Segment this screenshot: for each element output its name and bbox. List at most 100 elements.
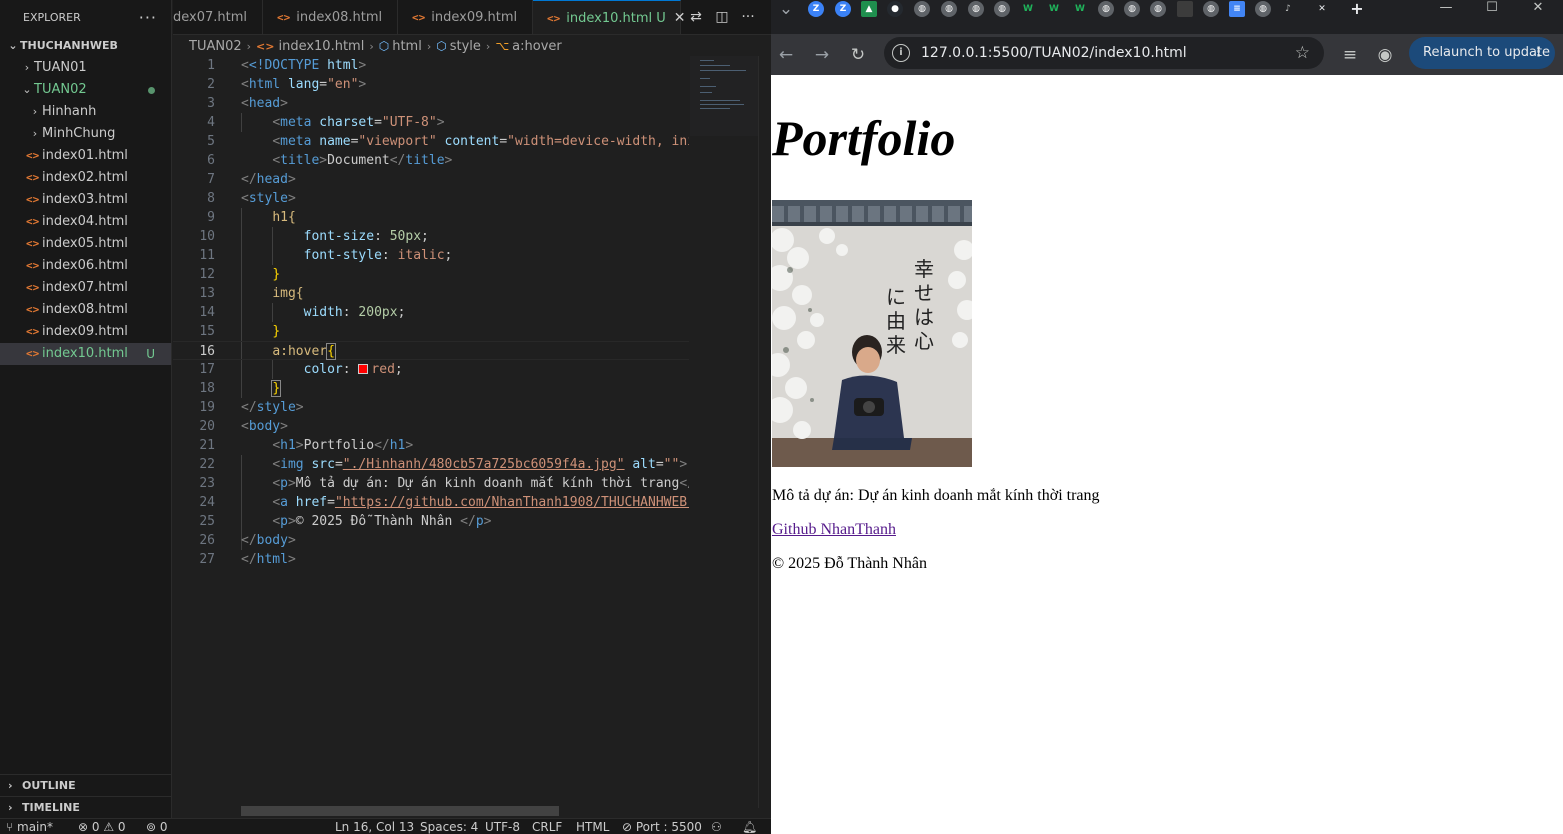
encoding-status[interactable]: UTF-8	[485, 819, 520, 834]
file-index08[interactable]: <> index08.html	[0, 299, 171, 321]
folder-tuan01[interactable]: › TUAN01	[0, 57, 171, 79]
globe-tab-icon[interactable]: ◍	[994, 1, 1010, 17]
forward-icon[interactable]: →	[809, 42, 835, 68]
editor-group: dex07.html <> index08.html <> index09.html…	[173, 0, 771, 818]
color-swatch[interactable]	[358, 364, 369, 374]
address-bar[interactable]: i 127.0.0.1:5500/TUAN02/index10.html ☆	[884, 37, 1324, 69]
globe-tab-icon[interactable]: ◍	[1124, 1, 1140, 17]
breadcrumb: TUAN02 › <> index10.html › ⬡ html › ⬡ style › ⌥ a:ho…	[173, 35, 771, 57]
globe-tab-icon[interactable]: ◍	[1098, 1, 1114, 17]
back-icon[interactable]: ←	[773, 42, 799, 68]
language-status[interactable]: HTML	[576, 819, 609, 834]
globe-tab-icon[interactable]: ◍	[914, 1, 930, 17]
w-tab-icon[interactable]: W	[1072, 1, 1088, 17]
outline-section[interactable]: › OUTLINE	[0, 774, 172, 796]
media-controls-icon[interactable]: ≡	[1337, 42, 1363, 68]
chevron-down-icon: ⌄	[22, 83, 32, 96]
w-tab-icon[interactable]: W	[1020, 1, 1036, 17]
globe-tab-icon[interactable]: ◍	[1150, 1, 1166, 17]
cursor-position[interactable]: Ln 16, Col 13	[335, 819, 414, 834]
file-index07[interactable]: <> index07.html	[0, 277, 171, 299]
code-line: 17 color: red;	[199, 362, 403, 377]
eol-status[interactable]: CRLF	[532, 819, 562, 834]
copilot-icon[interactable]: ⚇	[711, 819, 722, 834]
close-window-icon[interactable]: ✕	[1515, 0, 1561, 18]
close-icon[interactable]: ✕	[1314, 1, 1330, 17]
drive-tab-icon[interactable]: ▲	[861, 1, 877, 17]
file-index09[interactable]: <> index09.html	[0, 321, 171, 343]
tab-index08[interactable]: <> index08.html	[263, 0, 398, 34]
breadcrumb-html[interactable]: html	[392, 39, 422, 54]
more-actions-icon[interactable]: ···	[736, 0, 760, 34]
html-file-icon: <>	[277, 11, 291, 24]
kebab-menu-icon[interactable]: ⋮	[1532, 37, 1545, 69]
profile-avatar-icon[interactable]: ◉	[1372, 42, 1398, 68]
chevron-right-icon: ›	[8, 801, 13, 814]
speaker-icon[interactable]: ♪	[1280, 1, 1296, 17]
zalo-tab-icon[interactable]: Z	[808, 1, 824, 17]
ports-status[interactable]: ⊚ 0	[146, 819, 168, 834]
html-file-icon: <>	[547, 12, 561, 25]
file-index02[interactable]: <> index02.html	[0, 167, 171, 189]
file-index10[interactable]: <> index10.html U	[0, 343, 171, 365]
live-server-status[interactable]: ⊘ Port : 5500	[622, 819, 702, 834]
relaunch-button[interactable]: Relaunch to update ⋮	[1409, 37, 1555, 69]
bookmark-star-icon[interactable]: ☆	[1295, 37, 1310, 69]
globe-tab-icon[interactable]: ◍	[968, 1, 984, 17]
tab-index07[interactable]: dex07.html	[173, 0, 263, 34]
breadcrumb-folder[interactable]: TUAN02	[189, 39, 242, 54]
minimap[interactable]	[690, 56, 758, 136]
github-link[interactable]: Github NhanThanh	[772, 521, 896, 539]
zalo-tab-icon[interactable]: Z	[835, 1, 851, 17]
new-tab-icon[interactable]: +	[1349, 1, 1365, 17]
w-tab-icon[interactable]: W	[1046, 1, 1062, 17]
folder-hinhanh[interactable]: › Hinhanh	[0, 101, 171, 123]
page-heading: Portfolio	[772, 110, 956, 166]
docs-tab-icon[interactable]: ≡	[1229, 1, 1245, 17]
folder-minhchung[interactable]: › MinhChung	[0, 123, 171, 145]
untracked-badge: U	[146, 347, 155, 361]
url-text[interactable]: 127.0.0.1:5500/TUAN02/index10.html	[921, 37, 1187, 69]
more-actions-icon[interactable]: ···	[139, 0, 157, 35]
github-tab-icon[interactable]: ●	[887, 1, 903, 17]
compare-changes-icon[interactable]: ⇄	[684, 0, 708, 34]
globe-tab-icon[interactable]: ◍	[1203, 1, 1219, 17]
workspace-root[interactable]: ⌄ THUCHANHWEB	[0, 35, 171, 57]
tab-index09[interactable]: <> index09.html	[398, 0, 533, 34]
maximize-icon[interactable]: ☐	[1469, 0, 1515, 18]
globe-tab-icon[interactable]: ◍	[1255, 1, 1271, 17]
tab-index10[interactable]: <> index10.html U ✕	[533, 0, 686, 34]
file-index05[interactable]: <> index05.html	[0, 233, 171, 255]
indentation-status[interactable]: Spaces: 4	[420, 819, 478, 834]
svg-text:せ: せ	[914, 281, 934, 305]
code-line: 27 </html>	[199, 552, 296, 567]
breadcrumb-selector[interactable]: a:hover	[512, 39, 562, 54]
code-editor[interactable]: 1 <<!DOCTYPE html> 2 <html lang="en"> 3 <he…	[173, 56, 689, 808]
problems-status[interactable]: ⊗ 0 ⚠ 0	[78, 819, 126, 834]
html-file-icon: <>	[26, 259, 40, 272]
breadcrumb-style[interactable]: style	[450, 39, 481, 54]
horizontal-scrollbar[interactable]	[241, 806, 559, 816]
tab-icon[interactable]	[1177, 1, 1193, 17]
branch-status[interactable]: ⑂ main*	[6, 819, 53, 834]
reload-icon[interactable]: ↻	[845, 42, 871, 68]
site-info-icon[interactable]: i	[892, 44, 910, 62]
code-line: 5 <meta name="viewport" content="width=d…	[207, 134, 689, 149]
html-file-icon: <>	[26, 193, 40, 206]
code-line: 8 <style>	[207, 191, 296, 206]
code-line: 23 <p>Mô tả dự án: Dự án kinh doanh mắt …	[199, 476, 689, 491]
file-index03[interactable]: <> index03.html	[0, 189, 171, 211]
vertical-scrollbar[interactable]	[758, 56, 771, 808]
bell-icon[interactable]: 🔔︎	[742, 819, 757, 834]
code-line: 11 font-style: italic;	[199, 248, 453, 263]
file-index01[interactable]: <> index01.html	[0, 145, 171, 167]
file-index04[interactable]: <> index04.html	[0, 211, 171, 233]
timeline-section[interactable]: › TIMELINE	[0, 796, 172, 818]
breadcrumb-file[interactable]: index10.html	[278, 39, 364, 54]
file-index06[interactable]: <> index06.html	[0, 255, 171, 277]
globe-tab-icon[interactable]: ◍	[941, 1, 957, 17]
tab-search-icon[interactable]: ⌄	[773, 0, 799, 22]
folder-tuan02[interactable]: ⌄ TUAN02	[0, 79, 171, 101]
split-editor-icon[interactable]: ◫	[710, 0, 734, 34]
minimize-icon[interactable]: —	[1423, 0, 1469, 18]
